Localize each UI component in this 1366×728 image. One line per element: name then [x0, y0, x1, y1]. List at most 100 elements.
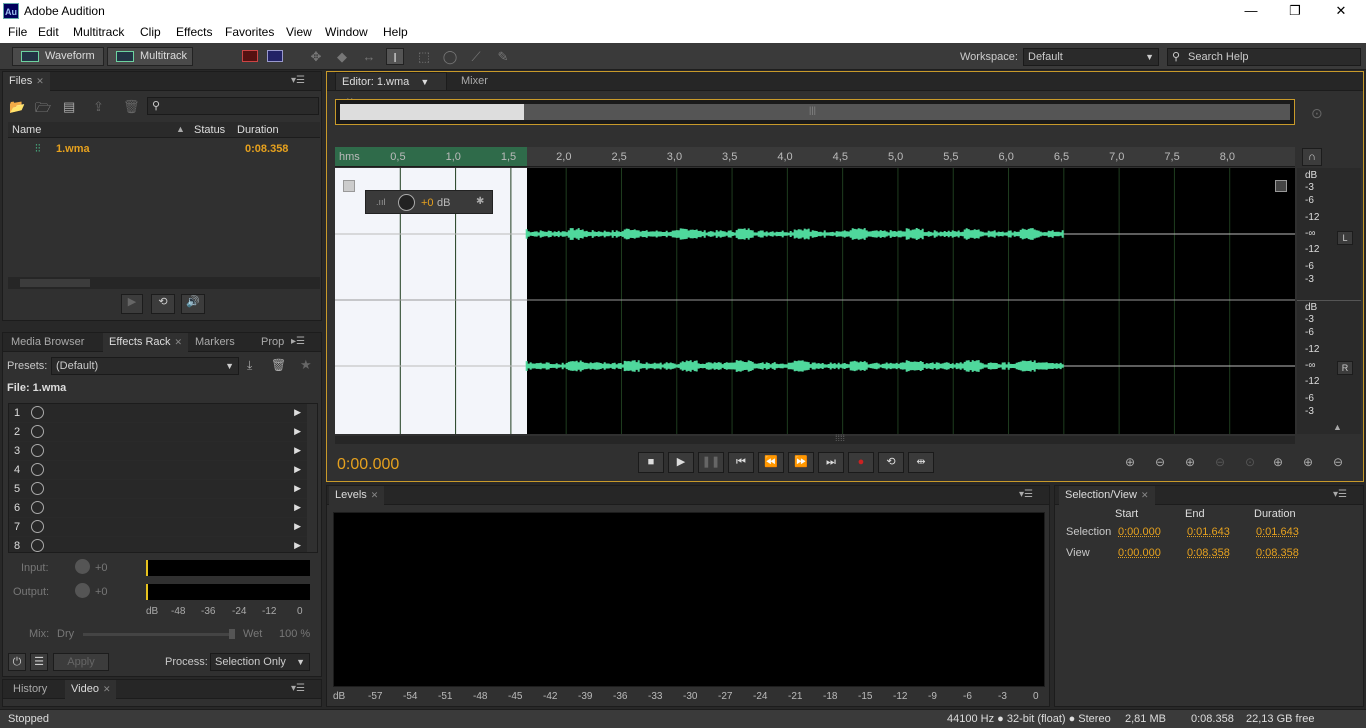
overview-scroll-range[interactable]: |||	[524, 104, 1290, 120]
zoom-full-icon[interactable]: ⊙	[1240, 455, 1260, 472]
panel-menu-icon[interactable]: ▾☰	[291, 75, 305, 86]
fade-in-handle[interactable]	[343, 180, 355, 192]
effect-slot[interactable]: 6 ▶	[9, 499, 311, 518]
output-value[interactable]: +0	[95, 586, 108, 598]
spot-healing-tool-icon[interactable]: ✎	[494, 48, 512, 65]
effect-slot[interactable]: 7 ▶	[9, 518, 311, 537]
apply-button[interactable]: Apply	[53, 653, 109, 671]
power-icon[interactable]	[31, 444, 44, 457]
snap-magnet-icon[interactable]: ∩	[1302, 148, 1322, 166]
power-icon[interactable]: ⏻	[8, 653, 26, 671]
play-icon[interactable]: ▶	[668, 452, 694, 473]
close-icon[interactable]: ✕	[1141, 490, 1149, 500]
skip-previous-icon[interactable]: ⏮	[728, 452, 754, 473]
overview-bar[interactable]: |||	[335, 99, 1295, 125]
effect-slot[interactable]: 4 ▶	[9, 461, 311, 480]
process-select[interactable]: Selection Only ▼	[210, 653, 310, 671]
menu-clip[interactable]: Clip	[140, 25, 161, 39]
record-icon[interactable]: ●	[848, 452, 874, 473]
mix-slider-handle[interactable]	[229, 629, 235, 639]
effect-slot[interactable]: 5 ▶	[9, 480, 311, 499]
table-row[interactable]: ⫶⫶ 1.wma 0:08.358	[8, 142, 320, 158]
presets-select[interactable]: (Default) ▼	[51, 357, 239, 375]
zoom-in-time-icon[interactable]: ⊕	[1180, 455, 1200, 472]
effect-slot[interactable]: 3 ▶	[9, 442, 311, 461]
zoom-selection-icon[interactable]: ⊕	[1298, 455, 1318, 472]
tab-mixer[interactable]: Mixer	[455, 72, 494, 91]
effect-slot[interactable]: 2 ▶	[9, 423, 311, 442]
tab-video[interactable]: Video ✕	[65, 680, 117, 699]
channel-l-button[interactable]: L	[1337, 231, 1353, 245]
fade-out-handle[interactable]	[1275, 180, 1287, 192]
play-icon[interactable]: ▶	[121, 294, 143, 314]
column-status[interactable]: Status	[194, 124, 225, 136]
tab-history[interactable]: History	[7, 680, 53, 699]
input-knob[interactable]	[75, 559, 90, 574]
import-file-icon[interactable]: 🗁	[35, 99, 51, 121]
zoom-out-time-icon[interactable]: ⊖	[1210, 455, 1230, 472]
workspace-select[interactable]: Default ▼	[1023, 48, 1159, 66]
power-icon[interactable]	[31, 463, 44, 476]
chevron-right-icon[interactable]: ▶	[294, 502, 301, 513]
hud-value[interactable]: +0	[421, 197, 434, 209]
overview-view-range[interactable]	[340, 104, 524, 120]
zoom-in-point-icon[interactable]: ⊕	[1268, 455, 1288, 472]
menu-edit[interactable]: Edit	[38, 25, 59, 39]
column-duration[interactable]: Duration	[237, 124, 279, 136]
tab-media-browser[interactable]: Media Browser	[5, 333, 90, 352]
move-tool-icon[interactable]: ✥	[307, 48, 325, 65]
chevron-right-icon[interactable]: ▶	[294, 540, 301, 551]
input-value[interactable]: +0	[95, 562, 108, 574]
chevron-right-icon[interactable]: ▶	[294, 445, 301, 456]
panel-menu-icon[interactable]: ▾☰	[1019, 489, 1033, 500]
power-icon[interactable]	[31, 406, 44, 419]
skip-next-icon[interactable]: ⏭	[818, 452, 844, 473]
effect-slot[interactable]: 8 ▶	[9, 537, 311, 552]
mix-slider[interactable]	[83, 633, 235, 636]
autoplay-icon[interactable]: 🔊	[181, 294, 205, 314]
view-duration[interactable]: 0:08.358	[1256, 547, 1299, 559]
selection-end[interactable]: 0:01.643	[1187, 526, 1230, 538]
volume-knob[interactable]	[398, 194, 415, 211]
chevron-right-icon[interactable]: ▶	[294, 426, 301, 437]
menu-help[interactable]: Help	[383, 25, 408, 39]
chevron-right-icon[interactable]: ▶	[294, 521, 301, 532]
spectral-pitch-icon[interactable]	[267, 50, 283, 62]
marquee-tool-icon[interactable]: ⬚	[415, 48, 433, 65]
stop-icon[interactable]: ■	[638, 452, 664, 473]
waveform-view-button[interactable]: Waveform	[12, 47, 104, 66]
hud-volume[interactable]: .ııl +0 dB ✱	[365, 190, 493, 214]
mix-value[interactable]: 100 %	[279, 628, 310, 640]
time-ruler[interactable]: hms 0,5 1,0 1,5 2,0 2,5 3,0 3,5 4,0 4,5 5,0 5,5 6,0 6…	[335, 147, 1295, 167]
maximize-button[interactable]: ❐	[1272, 2, 1318, 20]
channel-r-button[interactable]: R	[1337, 361, 1353, 375]
menu-effects[interactable]: Effects	[176, 25, 212, 39]
skip-selection-icon[interactable]: ⇹	[908, 452, 934, 473]
delete-preset-icon[interactable]: 🗑	[271, 358, 286, 372]
chevron-right-icon[interactable]: ▶	[294, 464, 301, 475]
power-icon[interactable]	[31, 501, 44, 514]
chevron-right-icon[interactable]: ▶	[294, 407, 301, 418]
minimize-button[interactable]: —	[1228, 2, 1274, 20]
zoom-out-full-icon[interactable]: ⊖	[1328, 455, 1348, 472]
output-knob[interactable]	[75, 583, 90, 598]
pin-icon[interactable]: ✱	[476, 196, 484, 207]
tab-editor[interactable]: Editor: 1.wma ▼ ✕	[335, 72, 447, 106]
zoom-in-amplitude-icon[interactable]: ⊕	[1120, 455, 1140, 472]
list-icon[interactable]: ☰	[30, 653, 48, 671]
tab-properties[interactable]: Prop	[255, 333, 290, 352]
scroll-up-icon[interactable]: ▲	[1333, 422, 1342, 432]
menu-view[interactable]: View	[286, 25, 312, 39]
tab-files[interactable]: Files ✕	[3, 72, 50, 91]
panel-menu-icon[interactable]: ▾☰	[291, 683, 305, 694]
horizontal-scrollbar[interactable]: ⁞⁞⁞⁞	[335, 433, 1295, 444]
selection-start[interactable]: 0:00.000	[1118, 526, 1161, 538]
loop-icon[interactable]: ⟲	[878, 452, 904, 473]
power-icon[interactable]	[31, 520, 44, 533]
new-file-icon[interactable]: ▤	[63, 99, 75, 115]
effect-slot[interactable]: 1 ▶	[9, 404, 311, 423]
view-start[interactable]: 0:00.000	[1118, 547, 1161, 559]
close-icon[interactable]: ✕	[36, 76, 44, 86]
spectral-frequency-icon[interactable]	[242, 50, 258, 62]
chevron-right-icon[interactable]: ▶	[294, 483, 301, 494]
